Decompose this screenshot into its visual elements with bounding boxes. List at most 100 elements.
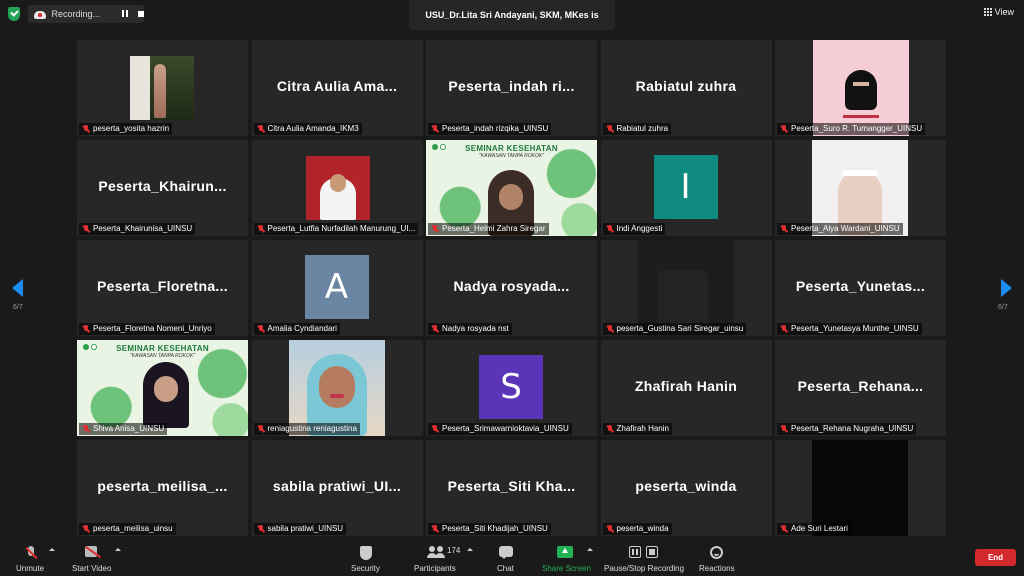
page-indicator-left: 6/7 bbox=[13, 304, 23, 311]
participant-display-name: Peserta_indah ri... bbox=[448, 78, 575, 94]
participants-button[interactable]: 174 Participants bbox=[412, 538, 462, 576]
participant-tile[interactable]: Citra Aulia Ama... Citra Aulia Amanda_IKM… bbox=[251, 40, 423, 136]
participant-tile[interactable]: Peserta_Rehana... Peserta_Rehana Nugraha_… bbox=[775, 340, 946, 436]
avatar: I bbox=[653, 155, 718, 219]
participant-display-name: Rabiatul zuhra bbox=[635, 78, 737, 94]
participant-video bbox=[637, 240, 734, 336]
next-page-arrow-icon[interactable] bbox=[1001, 279, 1012, 297]
security-shield-icon[interactable] bbox=[8, 7, 20, 21]
chat-label: Chat bbox=[497, 564, 514, 573]
participant-video: SEMINAR KESEHATAN "KAWASAN TANPA ROKOK" bbox=[77, 340, 248, 436]
pause-recording-icon[interactable] bbox=[119, 8, 131, 20]
participant-tile[interactable]: sabila pratiwi_UI... sabila pratiwi_UINSU bbox=[251, 440, 423, 536]
mic-muted-icon bbox=[431, 125, 439, 133]
unmute-button[interactable]: Unmute bbox=[14, 538, 48, 576]
mic-muted-icon bbox=[780, 125, 788, 133]
participant-name-text: Rabiatul zuhra bbox=[616, 124, 669, 133]
top-bar: Recording... USU_Dr.Lita Sri Andayani, S… bbox=[0, 0, 1024, 50]
participant-name-text: Peserta_indah rizqika_UINSU bbox=[442, 124, 549, 133]
participant-tile[interactable]: SEMINAR KESEHATAN "KAWASAN TANPA ROKOK" Sh… bbox=[77, 340, 248, 436]
participant-name-label: peserta_yosita hazrin bbox=[79, 123, 173, 135]
mic-muted-icon bbox=[780, 525, 788, 533]
participant-tile[interactable]: Rabiatul zuhra Rabiatul zuhra bbox=[600, 40, 772, 136]
mic-muted-icon bbox=[257, 125, 265, 133]
share-options-chevron-icon[interactable] bbox=[587, 548, 593, 551]
participant-tile[interactable]: Peserta_Khairun... Peserta_Khairunisa_UIN… bbox=[77, 140, 248, 236]
participant-count: 174 bbox=[447, 546, 461, 555]
participant-tile[interactable]: Peserta_Floretna... Peserta_Floretna Nome… bbox=[77, 240, 248, 336]
reactions-button[interactable]: Reactions bbox=[696, 538, 738, 576]
participant-name-label: reniagustina reniagustina bbox=[253, 423, 360, 435]
participant-name-label: Peserta_Srimawarnioktavia_UINSU bbox=[428, 423, 572, 435]
cloud-record-icon bbox=[34, 9, 46, 19]
participant-display-name: Peserta_Rehana... bbox=[797, 378, 924, 394]
participant-display-name: Zhafirah Hanin bbox=[634, 378, 738, 394]
share-screen-button[interactable]: Share Screen bbox=[540, 538, 592, 576]
audio-options-chevron-icon[interactable] bbox=[49, 548, 55, 551]
participant-tile[interactable]: S Peserta_Srimawarnioktavia_UINSU bbox=[426, 340, 597, 436]
participant-tile[interactable]: A Amalia Cyndiandari bbox=[251, 240, 423, 336]
participants-icon bbox=[427, 546, 445, 558]
participant-tile[interactable]: peserta_meilisa_... peserta_meilisa_uinsu bbox=[77, 440, 248, 536]
participants-label: Participants bbox=[414, 564, 456, 573]
participant-display-name: Nadya rosyada... bbox=[453, 278, 570, 294]
participant-tile[interactable]: Peserta_Lutfia Nurfadilah Manurung_UI... bbox=[251, 140, 423, 236]
participant-name-text: Citra Aulia Amanda_IKM3 bbox=[267, 124, 359, 133]
mic-muted-icon bbox=[606, 225, 614, 233]
participant-display-name: Peserta_Floretna... bbox=[97, 278, 228, 294]
view-label: View bbox=[994, 7, 1014, 17]
mic-muted-icon bbox=[780, 325, 788, 333]
participant-name-text: Shiva Anisa_UINSU bbox=[93, 424, 165, 433]
participant-video: SEMINAR KESEHATAN "KAWASAN TANPA ROKOK" bbox=[426, 140, 597, 236]
meeting-toolbar: Unmute Start Video Security 174 Particip… bbox=[0, 538, 1024, 576]
mic-muted-icon bbox=[257, 325, 265, 333]
pause-stop-recording-button[interactable]: Pause/Stop Recording bbox=[602, 538, 688, 576]
participant-tile[interactable]: Peserta_Siti Kha... Peserta_Siti Khadijah… bbox=[426, 440, 597, 536]
stop-recording-icon[interactable] bbox=[138, 11, 144, 17]
chat-button[interactable]: Chat bbox=[492, 538, 520, 576]
participant-tile[interactable]: I Indi Anggesti bbox=[600, 140, 772, 236]
video-options-chevron-icon[interactable] bbox=[115, 548, 121, 551]
mic-muted-icon bbox=[82, 525, 90, 533]
participant-display-name: Peserta_Yunetas... bbox=[795, 278, 926, 294]
pause-icon bbox=[629, 546, 641, 558]
participant-tile[interactable]: Zhafirah Hanin Zhafirah Hanin bbox=[600, 340, 772, 436]
mic-muted-icon bbox=[606, 325, 614, 333]
participant-video bbox=[812, 140, 908, 236]
participant-name-text: Peserta_Suro R. Tumangger_UINSU bbox=[791, 124, 923, 133]
emoji-reaction-icon bbox=[710, 546, 723, 559]
previous-page-arrow-icon[interactable] bbox=[12, 279, 23, 297]
participant-tile[interactable]: Peserta_indah ri... Peserta_indah rizqika… bbox=[426, 40, 597, 136]
reactions-label: Reactions bbox=[699, 564, 735, 573]
view-button[interactable]: View bbox=[983, 7, 1014, 17]
participant-name-label: Peserta_Khairunisa_UINSU bbox=[79, 223, 196, 235]
mic-muted-icon bbox=[606, 525, 614, 533]
participant-display-name: peserta_winda bbox=[635, 478, 737, 494]
participant-name-label: Rabiatul zuhra bbox=[602, 123, 672, 135]
mic-muted-icon bbox=[257, 225, 265, 233]
mic-muted-icon bbox=[431, 325, 439, 333]
participant-video bbox=[288, 340, 385, 436]
security-button[interactable]: Security bbox=[348, 538, 384, 576]
participant-tile[interactable]: reniagustina reniagustina bbox=[251, 340, 423, 436]
participant-tile[interactable]: Nadya rosyada... Nadya rosyada nst bbox=[426, 240, 597, 336]
participant-name-text: Nadya rosyada nst bbox=[442, 324, 509, 333]
mic-muted-icon bbox=[82, 325, 90, 333]
grid-view-icon bbox=[983, 8, 992, 16]
participant-name-label: Shiva Anisa_UINSU bbox=[79, 423, 168, 435]
participant-name-label: Peserta_Helmi Zahra Siregar bbox=[428, 223, 549, 235]
seminar-title: SEMINAR KESEHATAN bbox=[465, 144, 558, 153]
mic-muted-icon bbox=[780, 425, 788, 433]
end-meeting-button[interactable]: End bbox=[975, 549, 1016, 566]
participant-name-text: Peserta_Lutfia Nurfadilah Manurung_UI... bbox=[267, 224, 416, 233]
participants-options-chevron-icon[interactable] bbox=[467, 548, 473, 551]
start-video-button[interactable]: Start Video bbox=[70, 538, 116, 576]
participant-tile[interactable]: Ade Suri Lestari bbox=[775, 440, 946, 536]
participant-tile[interactable]: SEMINAR KESEHATAN "KAWASAN TANPA ROKOK" Pe… bbox=[426, 140, 597, 236]
participant-tile[interactable]: Peserta_Alya Wardani_UINSU bbox=[775, 140, 946, 236]
participant-tile[interactable]: Peserta_Suro R. Tumangger_UINSU bbox=[775, 40, 946, 136]
participant-tile[interactable]: peserta_Gustina Sari Siregar_uinsu bbox=[600, 240, 772, 336]
participant-tile[interactable]: Peserta_Yunetas... Peserta_Yunetasya Munt… bbox=[775, 240, 946, 336]
participant-tile[interactable]: peserta_yosita hazrin bbox=[77, 40, 248, 136]
participant-tile[interactable]: peserta_winda peserta_winda bbox=[600, 440, 772, 536]
